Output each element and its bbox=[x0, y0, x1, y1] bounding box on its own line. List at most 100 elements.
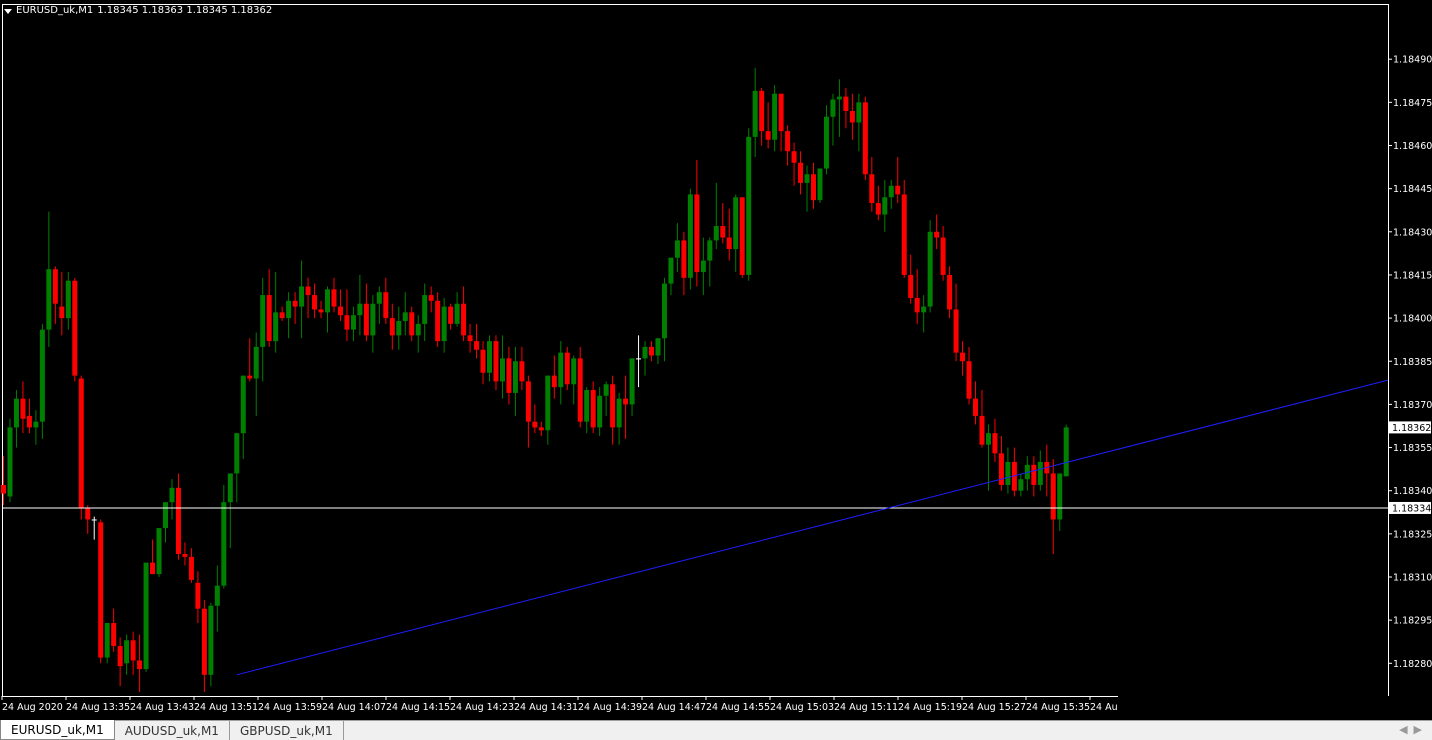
candle-body bbox=[409, 312, 415, 336]
candle-body bbox=[350, 315, 356, 330]
candle-body bbox=[875, 203, 881, 215]
candle-body bbox=[1005, 461, 1011, 485]
candle-body bbox=[616, 398, 622, 428]
candle-body bbox=[687, 194, 693, 278]
candle-body bbox=[603, 384, 609, 396]
candle-body bbox=[169, 487, 175, 503]
candle-body bbox=[312, 295, 318, 310]
candle-body bbox=[707, 240, 713, 261]
candle-body bbox=[525, 381, 531, 422]
x-tick-label: 24 Aug 14:31 bbox=[514, 702, 578, 713]
x-tick-label: 24 Aug 15:35 bbox=[1026, 702, 1090, 713]
candle-body bbox=[1050, 473, 1056, 520]
candle-body bbox=[901, 194, 907, 275]
candle-body bbox=[752, 90, 758, 137]
candle-body bbox=[383, 292, 389, 319]
candle-body bbox=[506, 358, 512, 393]
candle-body bbox=[927, 231, 933, 307]
current-price-label: 1.18362 bbox=[1392, 423, 1431, 434]
candle-body bbox=[461, 303, 467, 336]
candle-body bbox=[448, 306, 454, 324]
candle-body bbox=[584, 390, 590, 422]
y-tick-label: 1.18490 bbox=[1393, 55, 1432, 66]
candle-body bbox=[130, 640, 136, 661]
candle-body bbox=[325, 289, 330, 313]
candle-body bbox=[117, 646, 123, 667]
candle-body bbox=[344, 315, 350, 330]
candle-body bbox=[765, 131, 771, 140]
candle-body bbox=[480, 349, 486, 373]
candle-body bbox=[253, 346, 259, 379]
candle-body bbox=[746, 136, 752, 275]
candle-body bbox=[279, 312, 285, 319]
candle-body bbox=[1031, 464, 1037, 485]
candle-body bbox=[960, 352, 966, 362]
candle-body bbox=[357, 303, 363, 316]
bottom-right-panel bbox=[1118, 697, 1432, 720]
y-tick-label: 1.18340 bbox=[1393, 486, 1432, 497]
candle-body bbox=[895, 185, 901, 195]
y-tick-label: 1.18325 bbox=[1393, 529, 1432, 540]
candle-body bbox=[487, 341, 492, 373]
candle-body bbox=[661, 283, 667, 339]
candle-body bbox=[467, 335, 473, 342]
candle-body bbox=[318, 309, 324, 313]
candle-body bbox=[551, 375, 557, 388]
candle-body bbox=[137, 660, 143, 670]
tab-eurusd[interactable]: EURUSD_uk,M1 bbox=[0, 720, 115, 740]
candle-body bbox=[811, 174, 816, 201]
x-tick-label: 24 Aug 14:15 bbox=[386, 702, 450, 713]
candle-body bbox=[1057, 473, 1063, 520]
x-tick-label: 24 Aug 14:23 bbox=[450, 702, 514, 713]
candle-body bbox=[7, 427, 13, 497]
candle-body bbox=[532, 421, 538, 428]
x-tick-label: 24 Aug 13:51 bbox=[194, 702, 258, 713]
candle-body bbox=[188, 556, 194, 580]
candle-body bbox=[649, 346, 654, 356]
candle-body bbox=[20, 398, 26, 419]
candle-body bbox=[681, 240, 687, 278]
candle-body bbox=[124, 640, 130, 664]
tab-scroll-arrows-icon[interactable]: ◀▶ bbox=[1399, 723, 1428, 736]
x-tick-label: 24 Aug 15:27 bbox=[962, 702, 1026, 713]
candle-body bbox=[402, 312, 408, 321]
tab-gbpusd[interactable]: GBPUSD_uk,M1 bbox=[230, 721, 344, 740]
hline-price-label: 1.18334 bbox=[1392, 503, 1431, 514]
candle-body bbox=[992, 433, 998, 454]
candle-body bbox=[389, 318, 395, 336]
candle-body bbox=[577, 358, 583, 422]
candle-body bbox=[1063, 427, 1069, 477]
candle-body bbox=[493, 341, 499, 382]
candle-body bbox=[260, 295, 266, 347]
candle-body bbox=[273, 312, 279, 342]
candle-body bbox=[65, 280, 71, 319]
candle-body bbox=[104, 623, 110, 658]
y-tick-label: 1.18415 bbox=[1393, 270, 1432, 281]
y-tick-label: 1.18460 bbox=[1393, 141, 1432, 152]
candle-body bbox=[674, 240, 680, 258]
trendline bbox=[236, 379, 1389, 676]
candle-body bbox=[227, 473, 233, 503]
candle-body bbox=[636, 358, 642, 360]
x-tick-label: 24 Aug 14:07 bbox=[322, 702, 386, 713]
y-tick-label: 1.18355 bbox=[1393, 443, 1432, 454]
candle-body bbox=[195, 582, 201, 609]
candle-body bbox=[985, 433, 991, 445]
dropdown-triangle-icon[interactable] bbox=[4, 8, 12, 14]
chart-canvas[interactable]: 1.18490 1.18475 1.18460 1.18445 1.18430 1.184… bbox=[0, 0, 1432, 720]
candle-body bbox=[668, 257, 674, 284]
price-chart[interactable]: 1.18490 1.18475 1.18460 1.18445 1.18430 1.184… bbox=[0, 0, 1432, 740]
candle-body bbox=[545, 375, 551, 431]
candle-body bbox=[739, 197, 745, 275]
candle-body bbox=[175, 487, 181, 554]
candle-body bbox=[856, 102, 862, 123]
x-tick-label: 24 Aug 14:55 bbox=[706, 702, 770, 713]
candle-body bbox=[52, 269, 58, 304]
ohlc-readout: 1.18345 1.18363 1.18345 1.18362 bbox=[97, 5, 273, 16]
candle-body bbox=[512, 361, 518, 393]
symbol-label: EURUSD_uk,M1 bbox=[16, 5, 94, 16]
x-tick-label: 24 Aug 15:11 bbox=[834, 702, 898, 713]
candle-body bbox=[882, 197, 888, 215]
candle-body bbox=[998, 453, 1004, 485]
tab-audusd[interactable]: AUDUSD_uk,M1 bbox=[115, 721, 230, 740]
